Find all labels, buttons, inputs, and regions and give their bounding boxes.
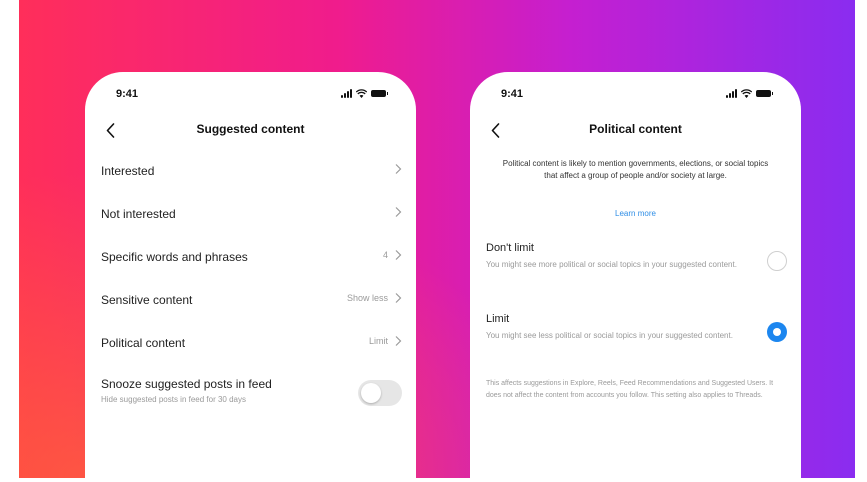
row-value: Show less [346, 293, 388, 303]
snooze-row: Snooze suggested posts in feed Hide sugg… [85, 367, 416, 417]
row-right: Limit [369, 335, 402, 347]
option-title: Limit [486, 313, 510, 325]
intro-text: Political content is likely to mention g… [502, 159, 769, 180]
phone-political-content: 9:41 Political content Political content… [470, 72, 801, 482]
option-title: Don't limit [486, 242, 534, 254]
settings-row-political-content[interactable]: Political content Limit [85, 322, 416, 365]
snooze-label: Snooze suggested posts in feed [101, 377, 272, 391]
chevron-right-icon [395, 336, 402, 346]
page-title: Political content [589, 122, 682, 136]
nav-header: Suggested content [85, 112, 416, 148]
option-description: You might see more political or social t… [486, 260, 737, 269]
status-icons [726, 89, 773, 98]
status-bar: 9:41 [470, 72, 801, 112]
radio-limit[interactable] [767, 322, 787, 342]
chevron-right-icon [395, 207, 402, 217]
row-label: Interested [101, 164, 155, 178]
signal-icon [341, 89, 352, 98]
option-description: You might see less political or social t… [486, 331, 733, 340]
status-bar: 9:41 [85, 72, 416, 112]
row-label: Specific words and phrases [101, 250, 248, 264]
snooze-toggle[interactable] [358, 380, 402, 406]
settings-list: Interested Not interested Specific words… [85, 150, 416, 417]
battery-icon [371, 90, 388, 97]
row-label: Sensitive content [101, 293, 193, 307]
radio-dont-limit[interactable] [767, 251, 787, 271]
page-title: Suggested content [196, 122, 305, 136]
chevron-right-icon [395, 164, 402, 174]
nav-header: Political content [470, 112, 801, 148]
row-label: Not interested [101, 207, 176, 221]
row-right: Show less [347, 292, 402, 304]
row-value: Limit [368, 336, 388, 346]
chevron-right-icon [395, 293, 402, 303]
wifi-icon [741, 89, 752, 98]
row-value: 4 [382, 250, 388, 260]
chevron-right-icon [395, 250, 402, 260]
row-label: Political content [101, 336, 186, 350]
learn-more-link[interactable]: Learn more [470, 209, 801, 218]
status-icons [341, 89, 388, 98]
battery-icon [756, 90, 773, 97]
wifi-icon [356, 89, 367, 98]
status-time: 9:41 [501, 88, 524, 100]
toggle-knob [361, 383, 381, 403]
status-time: 9:41 [116, 88, 139, 100]
settings-row-interested[interactable]: Interested [85, 150, 416, 193]
row-right [388, 206, 402, 218]
row-right [388, 163, 402, 175]
option-dont-limit[interactable]: Don't limit You might see more political… [470, 239, 801, 299]
phone-suggested-content: 9:41 Suggested content Interested Not in… [85, 72, 416, 482]
footnote-text: This affects suggestions in Explore, Ree… [486, 380, 774, 399]
row-right: 4 [383, 249, 402, 261]
option-limit[interactable]: Limit You might see less political or so… [470, 310, 801, 370]
settings-row-not-interested[interactable]: Not interested [85, 193, 416, 236]
signal-icon [726, 89, 737, 98]
settings-row-specific-words[interactable]: Specific words and phrases 4 [85, 236, 416, 279]
settings-row-sensitive-content[interactable]: Sensitive content Show less [85, 279, 416, 322]
snooze-description: Hide suggested posts in feed for 30 days [101, 395, 246, 404]
